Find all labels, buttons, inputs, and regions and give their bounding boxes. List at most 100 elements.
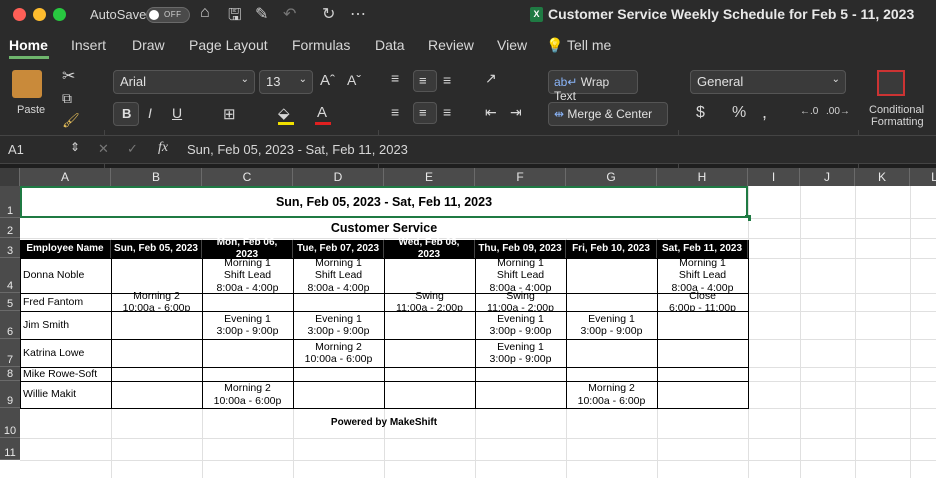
column-header-e[interactable]: E bbox=[384, 168, 475, 186]
increase-indent-icon[interactable]: ⇥ bbox=[510, 104, 522, 121]
save-icon[interactable]: 🖫 bbox=[228, 4, 242, 31]
row-header-1[interactable]: 1 bbox=[0, 186, 20, 218]
redo-icon[interactable]: ↻ bbox=[322, 4, 335, 24]
column-title-cell[interactable]: Wed, Feb 08, 2023 bbox=[384, 237, 475, 260]
minimize-window-button[interactable] bbox=[33, 8, 46, 21]
shift-cell[interactable]: Swing 11:00a - 2:00p bbox=[384, 290, 475, 314]
shift-cell[interactable] bbox=[384, 339, 475, 367]
shift-cell[interactable] bbox=[657, 381, 748, 408]
column-header-d[interactable]: D bbox=[293, 168, 384, 186]
row-header-8[interactable]: 8 bbox=[0, 367, 20, 381]
shift-cell[interactable] bbox=[202, 339, 293, 367]
confirm-icon[interactable]: ✓ bbox=[127, 141, 138, 157]
autosave-toggle[interactable]: OFF bbox=[146, 7, 190, 23]
decrease-indent-icon[interactable]: ⇤ bbox=[485, 104, 497, 121]
shift-cell[interactable] bbox=[293, 381, 384, 408]
format-painter-icon[interactable]: 🖌 bbox=[62, 112, 80, 129]
column-header-c[interactable]: C bbox=[202, 168, 293, 186]
shift-cell[interactable] bbox=[566, 339, 657, 367]
shift-cell[interactable] bbox=[111, 311, 202, 339]
italic-button[interactable]: I bbox=[148, 105, 152, 121]
shift-cell[interactable] bbox=[293, 293, 384, 311]
borders-icon[interactable]: ⊞ bbox=[223, 105, 236, 123]
shift-cell[interactable] bbox=[657, 311, 748, 339]
tab-formulas[interactable]: Formulas bbox=[292, 37, 350, 53]
column-title-cell[interactable]: Sat, Feb 11, 2023 bbox=[657, 240, 748, 258]
column-title-cell[interactable]: Tue, Feb 07, 2023 bbox=[293, 240, 384, 258]
shift-cell[interactable] bbox=[657, 367, 748, 381]
conditional-formatting-label-1[interactable]: Conditional bbox=[869, 104, 924, 116]
undo-icon[interactable]: ↶ bbox=[283, 4, 296, 24]
shift-cell[interactable] bbox=[475, 367, 566, 381]
shift-cell[interactable]: Morning 1 Shift Lead 8:00a - 4:00p bbox=[475, 257, 566, 294]
formula-input[interactable]: Sun, Feb 05, 2023 - Sat, Feb 11, 2023 bbox=[187, 142, 408, 157]
number-format-select[interactable]: General ⌄ bbox=[690, 70, 846, 94]
font-name-select[interactable]: Arial ⌄ bbox=[113, 70, 255, 94]
employee-name-cell[interactable]: Donna Noble bbox=[20, 258, 111, 293]
fill-color-icon[interactable]: ⬙ bbox=[278, 104, 290, 122]
increase-decimal-icon[interactable]: ←.0 bbox=[800, 106, 818, 117]
function-icon[interactable]: fx bbox=[158, 140, 168, 156]
underline-button[interactable]: U bbox=[172, 105, 182, 121]
align-bottom-icon[interactable]: ≡ bbox=[443, 72, 451, 88]
wrap-text-button[interactable]: ab↵ Wrap Text bbox=[548, 70, 638, 103]
clipboard-icon[interactable] bbox=[12, 70, 42, 98]
shift-cell[interactable] bbox=[111, 367, 202, 381]
shift-cell[interactable]: Morning 1 Shift Lead 8:00a - 4:00p bbox=[202, 257, 293, 294]
row-header-7[interactable]: 7 bbox=[0, 339, 20, 367]
column-title-cell[interactable]: Fri, Feb 10, 2023 bbox=[566, 240, 657, 258]
align-top-icon[interactable]: ≡ bbox=[391, 70, 399, 86]
edit-icon[interactable]: ✎ bbox=[255, 4, 268, 24]
decrease-decimal-icon[interactable]: .00→ bbox=[826, 106, 850, 117]
align-center-button[interactable]: ≡ bbox=[413, 102, 437, 124]
column-header-h[interactable]: H bbox=[657, 168, 748, 186]
shift-cell[interactable] bbox=[566, 258, 657, 293]
column-title-cell[interactable]: Employee Name bbox=[20, 240, 111, 258]
shift-cell[interactable]: Swing 11:00a - 2:00p bbox=[475, 290, 566, 314]
shift-cell[interactable] bbox=[657, 339, 748, 367]
bold-button[interactable]: B bbox=[113, 102, 139, 126]
column-title-cell[interactable]: Mon, Feb 06, 2023 bbox=[202, 237, 293, 260]
tab-data[interactable]: Data bbox=[375, 37, 405, 53]
row-header-4[interactable]: 4 bbox=[0, 258, 20, 293]
row-header-5[interactable]: 5 bbox=[0, 293, 20, 311]
row-header-10[interactable]: 10 bbox=[0, 408, 20, 438]
tab-insert[interactable]: Insert bbox=[71, 37, 106, 53]
employee-name-cell[interactable]: Willie Makit bbox=[20, 381, 111, 408]
name-box-stepper-icon[interactable]: ⇕ bbox=[70, 140, 80, 154]
column-header-a[interactable]: A bbox=[20, 168, 111, 186]
tab-view[interactable]: View bbox=[497, 37, 527, 53]
name-box[interactable]: A1 bbox=[8, 142, 24, 157]
shift-cell[interactable] bbox=[293, 367, 384, 381]
currency-icon[interactable]: $ bbox=[696, 104, 705, 122]
shift-cell[interactable]: Close 6:00p - 11:00p bbox=[657, 290, 748, 314]
employee-name-cell[interactable]: Fred Fantom bbox=[20, 293, 111, 311]
home-icon[interactable]: ⌂ bbox=[200, 4, 210, 22]
shift-cell[interactable]: Morning 2 10:00a - 6:00p bbox=[293, 339, 384, 367]
merge-center-button[interactable]: ⇹ Merge & Center bbox=[548, 102, 668, 126]
row-header-3[interactable]: 3 bbox=[0, 238, 20, 258]
align-middle-button[interactable]: ≡ bbox=[413, 70, 437, 92]
tab-draw[interactable]: Draw bbox=[132, 37, 165, 53]
shift-cell[interactable] bbox=[566, 293, 657, 311]
conditional-formatting-label-2[interactable]: Formatting bbox=[871, 116, 924, 128]
sheet-title-cell[interactable]: Sun, Feb 05, 2023 - Sat, Feb 11, 2023 bbox=[20, 186, 748, 218]
decrease-font-icon[interactable]: Aˇ bbox=[347, 72, 361, 88]
row-header-6[interactable]: 6 bbox=[0, 311, 20, 339]
column-header-i[interactable]: I bbox=[748, 168, 800, 186]
percent-icon[interactable]: % bbox=[732, 104, 746, 122]
cut-icon[interactable]: ✂ bbox=[62, 66, 75, 86]
paste-label[interactable]: Paste bbox=[17, 104, 45, 116]
close-window-button[interactable] bbox=[13, 8, 26, 21]
employee-name-cell[interactable]: Jim Smith bbox=[20, 311, 111, 339]
shift-cell[interactable] bbox=[202, 367, 293, 381]
shift-cell[interactable] bbox=[384, 367, 475, 381]
font-size-select[interactable]: 13 ⌄ bbox=[259, 70, 313, 94]
sheet-subtitle-cell[interactable]: Customer Service bbox=[20, 218, 748, 238]
orientation-icon[interactable]: ↗ bbox=[485, 70, 497, 87]
spreadsheet-grid[interactable]: A B C D E F G H I J K L 1 2 3 4 5 6 7 8 9 10 11 Sun, Feb 05, 20… bbox=[0, 168, 936, 478]
comma-style-icon[interactable]: , bbox=[762, 102, 767, 123]
shift-cell[interactable]: Morning 1 Shift Lead 8:00a - 4:00p bbox=[293, 257, 384, 294]
row-header-9[interactable]: 9 bbox=[0, 381, 20, 408]
more-icon[interactable]: ⋯ bbox=[350, 4, 366, 24]
